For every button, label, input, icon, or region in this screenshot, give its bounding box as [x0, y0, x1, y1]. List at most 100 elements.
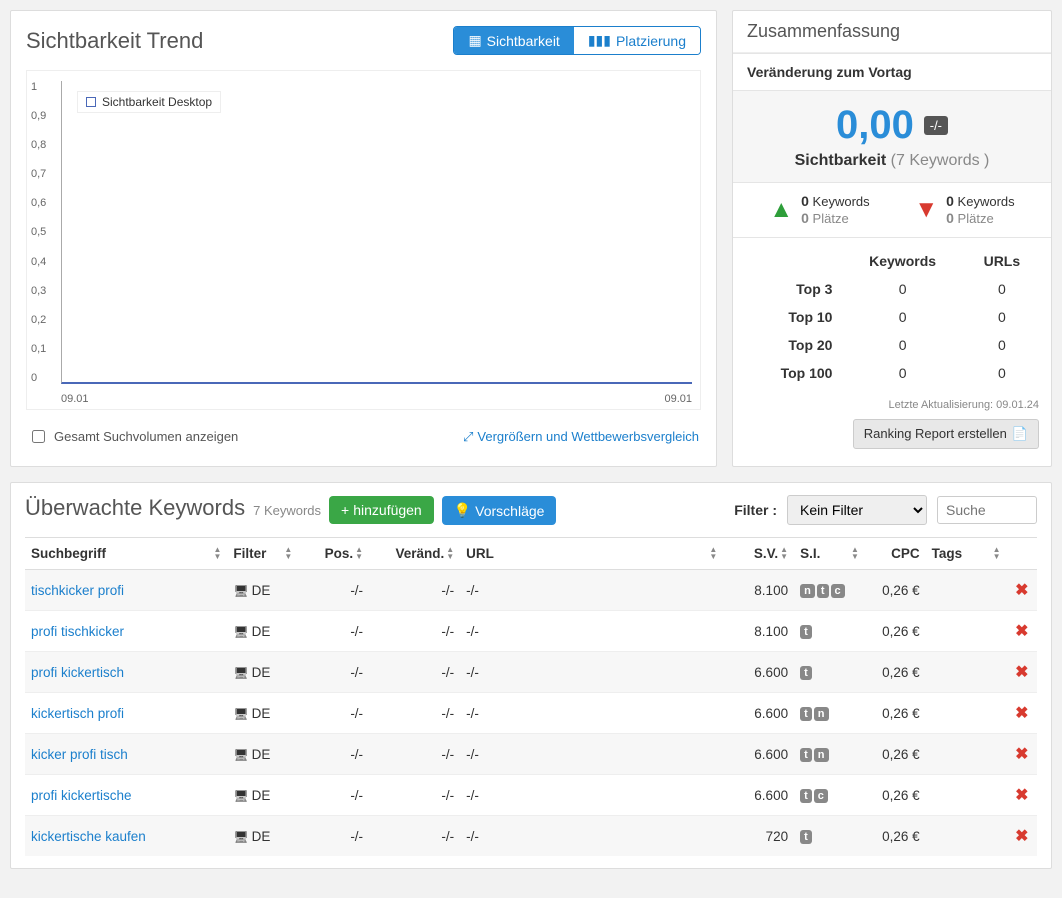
- up-places-num: 0: [801, 210, 809, 226]
- delete-icon[interactable]: ✖: [1015, 664, 1028, 681]
- delete-icon[interactable]: ✖: [1015, 582, 1028, 599]
- sichtbarkeit-count: (7 Keywords ): [891, 152, 990, 169]
- add-keyword-label: hinzufügen: [353, 502, 422, 518]
- verand-value: -/-: [369, 652, 460, 693]
- ranking-report-label: Ranking Report erstellen: [864, 426, 1007, 441]
- top-row-label: Top 20: [743, 331, 842, 359]
- keyword-link[interactable]: kickertische kaufen: [31, 829, 146, 844]
- search-input[interactable]: [937, 496, 1037, 524]
- keyword-link[interactable]: kicker profi tisch: [31, 747, 128, 762]
- monitor-icon: [233, 747, 251, 762]
- col-tags[interactable]: Tags▲▼: [926, 538, 1007, 570]
- monitor-icon: [233, 829, 251, 844]
- si-badge: t: [800, 789, 812, 803]
- col-url[interactable]: URL▲▼: [460, 538, 723, 570]
- trend-title: Sichtbarkeit Trend: [26, 28, 203, 54]
- col-filter[interactable]: Filter▲▼: [227, 538, 298, 570]
- sv-value: 6.600: [723, 693, 794, 734]
- si-badge: n: [814, 748, 829, 762]
- monitor-icon: [233, 706, 251, 721]
- si-cell: t: [794, 816, 865, 857]
- toggle-platzierung[interactable]: ▮▮▮ Platzierung: [574, 27, 700, 54]
- bulb-icon: 💡: [454, 502, 471, 519]
- table-row: kickertisch profi DE -/- -/- -/- 6.600 t…: [25, 693, 1037, 734]
- top-row-label: Top 10: [743, 303, 842, 331]
- si-badge: t: [800, 830, 812, 844]
- col-sv[interactable]: S.V.▲▼: [723, 538, 794, 570]
- si-cell: ntc: [794, 570, 865, 611]
- tags-value: [926, 652, 1007, 693]
- keyword-link[interactable]: profi kickertische: [31, 788, 132, 803]
- sv-value: 6.600: [723, 734, 794, 775]
- monitor-icon: [233, 788, 251, 803]
- delete-icon[interactable]: ✖: [1015, 787, 1028, 804]
- col-cpc[interactable]: CPC: [865, 538, 926, 570]
- top-row: Top 10 0 0: [743, 303, 1041, 331]
- si-badge: t: [800, 707, 812, 721]
- si-cell: tc: [794, 775, 865, 816]
- keyword-link[interactable]: profi kickertisch: [31, 665, 124, 680]
- table-row: kickertische kaufen DE -/- -/- -/- 720 t…: [25, 816, 1037, 857]
- tags-value: [926, 693, 1007, 734]
- cpc-value: 0,26 €: [865, 816, 926, 857]
- delete-icon[interactable]: ✖: [1015, 705, 1028, 722]
- view-toggle: ▦ Sichtbarkeit ▮▮▮ Platzierung: [453, 26, 701, 55]
- cpc-value: 0,26 €: [865, 570, 926, 611]
- top-row-keywords: 0: [842, 359, 962, 387]
- si-badge: n: [800, 584, 815, 598]
- tags-value: [926, 611, 1007, 652]
- keywords-count: 7 Keywords: [253, 503, 321, 518]
- top-row-urls: 0: [963, 275, 1041, 303]
- pos-value: -/-: [298, 693, 369, 734]
- verand-value: -/-: [369, 775, 460, 816]
- keyword-link[interactable]: profi tischkicker: [31, 624, 124, 639]
- tags-value: [926, 734, 1007, 775]
- filter-value: DE: [252, 583, 271, 598]
- y-tick: 0,3: [31, 285, 61, 297]
- zoom-link[interactable]: ⤢ Vergrößern und Wettbewerbsvergleich: [463, 429, 699, 445]
- ranking-report-button[interactable]: Ranking Report erstellen 📄: [853, 419, 1039, 449]
- summary-value: 0,00: [836, 103, 914, 148]
- pos-value: -/-: [298, 816, 369, 857]
- delete-icon[interactable]: ✖: [1015, 623, 1028, 640]
- verand-value: -/-: [369, 570, 460, 611]
- delete-icon[interactable]: ✖: [1015, 746, 1028, 763]
- col-keywords: Keywords: [842, 247, 962, 275]
- verand-value: -/-: [369, 816, 460, 857]
- summary-panel: Zusammenfassung Veränderung zum Vortag 0…: [732, 10, 1052, 467]
- top-row-keywords: 0: [842, 303, 962, 331]
- monitor-icon: [233, 583, 251, 598]
- si-badge: t: [817, 584, 829, 598]
- up-places-label: Plätze: [813, 211, 849, 226]
- si-cell: tn: [794, 734, 865, 775]
- gesamt-suchvolumen-checkbox-wrap[interactable]: Gesamt Suchvolumen anzeigen: [28, 427, 238, 446]
- pos-value: -/-: [298, 611, 369, 652]
- gesamt-suchvolumen-checkbox[interactable]: [32, 430, 45, 443]
- delete-icon[interactable]: ✖: [1015, 828, 1028, 845]
- toggle-sichtbarkeit[interactable]: ▦ Sichtbarkeit: [454, 27, 573, 54]
- col-si[interactable]: S.I.▲▼: [794, 538, 865, 570]
- table-row: tischkicker profi DE -/- -/- -/- 8.100 n…: [25, 570, 1037, 611]
- keywords-panel: Überwachte Keywords 7 Keywords + hinzufü…: [10, 482, 1052, 869]
- suggest-label: Vorschläge: [475, 503, 544, 519]
- col-suchbegriff[interactable]: Suchbegriff▲▼: [25, 538, 227, 570]
- y-tick: 0,2: [31, 314, 61, 326]
- filter-value: DE: [252, 665, 271, 680]
- keyword-link[interactable]: tischkicker profi: [31, 583, 124, 598]
- si-badge: t: [800, 666, 812, 680]
- url-value: -/-: [460, 734, 723, 775]
- col-verand[interactable]: Veränd.▲▼: [369, 538, 460, 570]
- chart-legend-label: Sichtbarkeit Desktop: [102, 95, 212, 109]
- table-row: profi tischkicker DE -/- -/- -/- 8.100 t…: [25, 611, 1037, 652]
- filter-select[interactable]: Kein Filter: [787, 495, 927, 525]
- add-keyword-button[interactable]: + hinzufügen: [329, 496, 434, 524]
- keyword-link[interactable]: kickertisch profi: [31, 706, 124, 721]
- bar-chart-icon: ▮▮▮: [588, 32, 611, 49]
- suggest-button[interactable]: 💡 Vorschläge: [442, 496, 557, 525]
- cpc-value: 0,26 €: [865, 652, 926, 693]
- cpc-value: 0,26 €: [865, 734, 926, 775]
- y-tick: 0,9: [31, 110, 61, 122]
- tags-value: [926, 816, 1007, 857]
- down-places-num: 0: [946, 210, 954, 226]
- col-pos[interactable]: Pos.▲▼: [298, 538, 369, 570]
